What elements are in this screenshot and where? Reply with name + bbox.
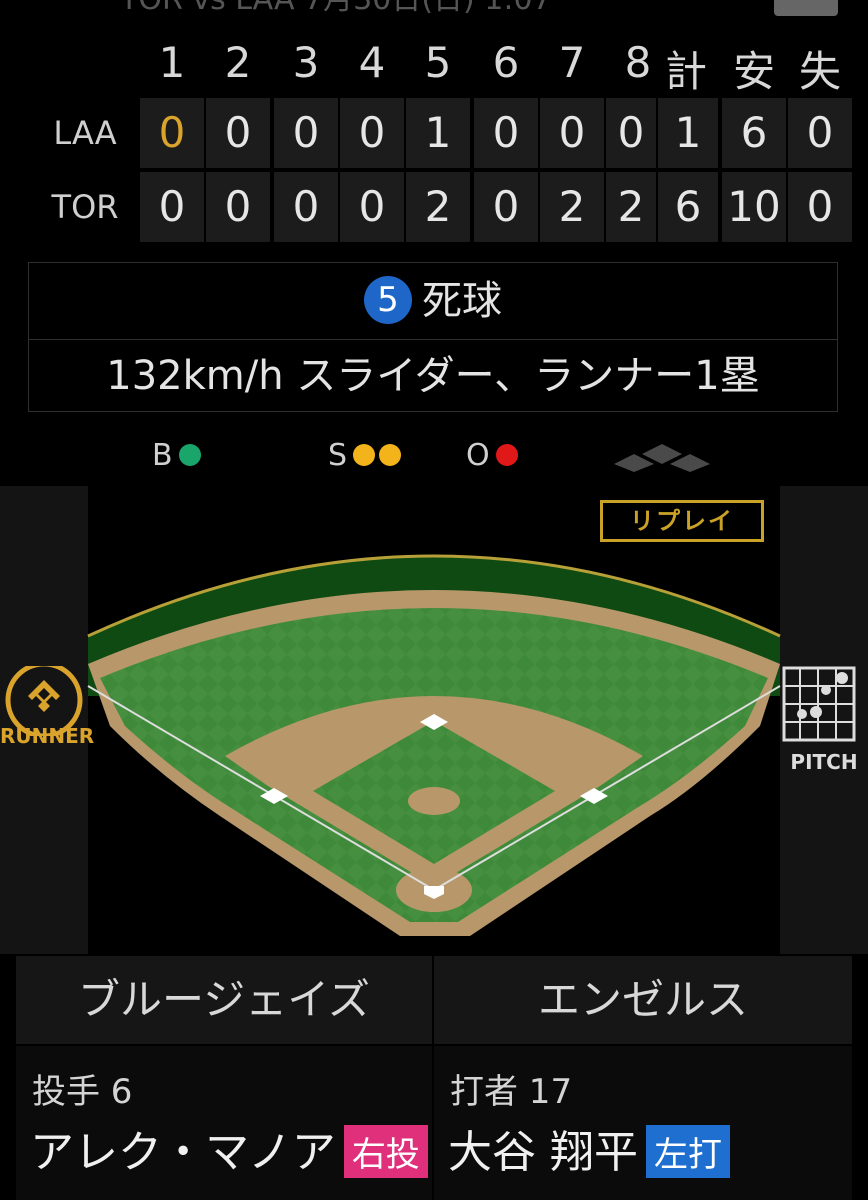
top-strip: TOR vs LAA 7月30日(日) 1:07 <box>0 0 868 16</box>
score-cell: 0 <box>606 98 656 168</box>
inning-6-header: 6 <box>492 38 520 87</box>
menu-button[interactable] <box>774 0 838 16</box>
bases-indicator <box>614 444 710 472</box>
batter-card[interactable]: 打者 17 大谷 翔平 左打 <box>434 1046 852 1200</box>
errors-cell: 0 <box>788 98 852 168</box>
ball-dot <box>178 443 201 466</box>
batter-name: 大谷 翔平 <box>448 1127 638 1178</box>
inning-5-header: 5 <box>424 38 452 87</box>
runs-header: 計 <box>664 47 707 96</box>
score-cell: 0 <box>474 172 538 242</box>
score-cell: 0 <box>140 98 204 168</box>
hits-cell: 10 <box>722 172 786 242</box>
pitcher-name: アレク・マノア <box>30 1127 336 1178</box>
score-cell: 0 <box>206 98 270 168</box>
strike-dot <box>379 443 402 466</box>
batter-hand-badge: 左打 <box>646 1124 730 1178</box>
batter-name-line: 大谷 翔平 左打 <box>448 1116 730 1182</box>
team-abbr: LAA <box>53 114 117 152</box>
inning-3-header: 3 <box>292 38 320 87</box>
inning-2-header: 2 <box>224 38 252 87</box>
ball-count: B <box>152 436 201 476</box>
ball-label: B <box>152 438 173 473</box>
pitcher-name-line: アレク・マノア 右投 <box>30 1116 428 1182</box>
hits-cell: 6 <box>722 98 786 168</box>
pitchers-mound <box>408 787 460 815</box>
hits-header: 安 <box>732 47 775 96</box>
score-cell: 0 <box>206 172 270 242</box>
pitcher-role: 投手 6 <box>32 1072 133 1112</box>
team-abbr: TOR <box>51 188 119 226</box>
tab-home-team[interactable]: ブルージェイズ <box>16 956 432 1044</box>
strike-label: S <box>328 438 348 473</box>
score-cell: 1 <box>406 98 470 168</box>
baseball-field <box>87 554 781 936</box>
runner-button[interactable] <box>0 661 88 766</box>
scoreboard-header: 1 2 3 4 5 6 7 8 計 安 失 <box>0 38 868 98</box>
runs-cell: 6 <box>658 172 718 242</box>
score-cell: 0 <box>340 172 404 242</box>
score-cell: 0 <box>140 172 204 242</box>
play-detail: 132km/h スライダー、ランナー1塁 <box>106 353 760 399</box>
play-description: 5 死球 132km/h スライダー、ランナー1塁 <box>28 262 838 412</box>
out-count: O <box>466 436 518 476</box>
runner-label: RUNNER <box>0 724 95 748</box>
runs-cell: 1 <box>658 98 718 168</box>
score-cell: 0 <box>274 98 338 168</box>
play-number-badge: 5 <box>364 276 412 324</box>
play-result: 死球 <box>422 278 502 324</box>
strike-dot <box>353 443 376 466</box>
game-title: TOR vs LAA 7月30日(日) 1:07 <box>120 0 552 16</box>
strike-count: S <box>328 436 402 476</box>
pitcher-hand-badge: 右投 <box>343 1124 428 1178</box>
errors-cell: 0 <box>788 172 852 242</box>
score-cell: 0 <box>340 98 404 168</box>
scoreboard-row-away: LAA 0 0 0 0 1 0 0 0 1 6 0 <box>0 98 868 168</box>
score-cell: 2 <box>606 172 656 242</box>
play-result-line: 5 死球 <box>29 263 837 340</box>
batter-role: 打者 17 <box>450 1072 573 1112</box>
pitcher-card[interactable]: 投手 6 アレク・マノア 右投 <box>16 1046 432 1200</box>
score-cell: 0 <box>540 98 604 168</box>
score-cell: 2 <box>406 172 470 242</box>
out-label: O <box>466 438 490 473</box>
inning-4-header: 4 <box>358 38 386 87</box>
replay-button[interactable]: リプレイ <box>600 500 764 542</box>
out-dot <box>495 443 518 466</box>
inning-1-header: 1 <box>158 38 186 87</box>
errors-header: 失 <box>798 47 841 96</box>
score-cell: 0 <box>474 98 538 168</box>
score-cell: 2 <box>540 172 604 242</box>
score-cell: 0 <box>274 172 338 242</box>
tab-away-team[interactable]: エンゼルス <box>434 956 852 1044</box>
inning-7-header: 7 <box>558 38 586 87</box>
field-view: リプレイ RUNNER PITCH <box>0 486 868 954</box>
pitch-grid-icon <box>782 666 856 742</box>
pitch-label: PITCH <box>790 750 858 774</box>
scoreboard-row-home: TOR 0 0 0 0 2 0 2 2 6 10 0 <box>0 172 868 242</box>
